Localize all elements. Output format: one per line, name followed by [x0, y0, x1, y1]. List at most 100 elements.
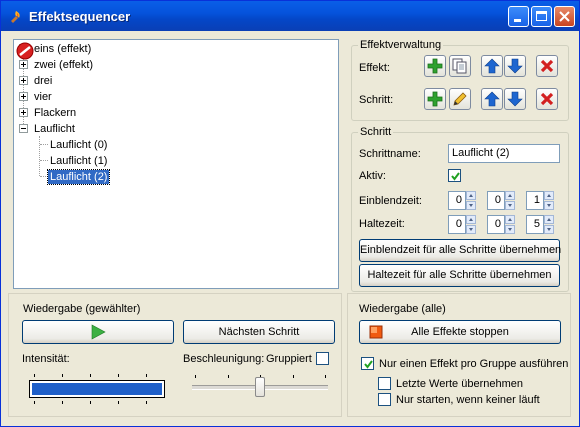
spinner-value[interactable]: 5 [526, 215, 544, 234]
spinner-value[interactable]: 0 [487, 215, 505, 234]
tree-line [40, 176, 48, 177]
stop-all-button[interactable]: Alle Effekte stoppen [359, 320, 561, 344]
spin-up-arrow[interactable] [544, 191, 554, 200]
einblend-spinner-3[interactable]: 1 [526, 191, 554, 210]
spin-up-arrow[interactable] [466, 191, 476, 200]
next-step-button[interactable]: Nächsten Schritt [183, 320, 335, 344]
close-icon [559, 11, 570, 22]
slider-tick [146, 401, 147, 404]
tree-expander[interactable] [19, 60, 28, 69]
schritt-label: Schritt: [359, 94, 394, 106]
slider-tick [90, 374, 91, 377]
move-effect-up-button[interactable] [481, 55, 503, 77]
einblendzeit-all-button[interactable]: Einblendzeit für alle Schritte übernehme… [359, 239, 561, 262]
wiedergabe-alle-panel: Wiedergabe (alle) Alle Effekte stoppen N… [347, 293, 571, 417]
add-step-button[interactable] [424, 88, 446, 110]
spinner-value[interactable]: 0 [448, 215, 466, 234]
tree-expander[interactable] [19, 92, 28, 101]
einblend-spinner-2[interactable]: 0 [487, 191, 515, 210]
tree-item-lauflicht-1[interactable]: Lauflicht (1) [50, 154, 107, 168]
close-button[interactable] [554, 6, 575, 27]
einblend-spinner-1[interactable]: 0 [448, 191, 476, 210]
only-start-if-idle-label: Nur starten, wenn keiner läuft [396, 394, 540, 406]
only-start-if-idle-checkbox[interactable] [378, 393, 391, 406]
copy-icon [452, 58, 467, 74]
maximize-button[interactable] [531, 6, 552, 27]
wiedergabe-panel: Wiedergabe (gewählter) Nächsten Schritt … [8, 293, 342, 417]
take-last-values-label: Letzte Werte übernehmen [396, 378, 523, 390]
tree-collapser[interactable] [19, 124, 28, 133]
delete-step-button[interactable] [536, 88, 558, 110]
slider-tick [62, 401, 63, 404]
halte-spinner-2[interactable]: 0 [487, 215, 515, 234]
tree-expander[interactable] [19, 108, 28, 117]
spinner-value[interactable]: 1 [526, 191, 544, 210]
spin-down-arrow[interactable] [466, 201, 476, 210]
tree-item-eins[interactable]: eins (effekt) [34, 42, 91, 56]
schritt-group: Schritt Schrittname: Lauflicht (2) Aktiv… [351, 126, 569, 292]
spin-up-arrow[interactable] [505, 191, 515, 200]
play-button[interactable] [22, 320, 174, 344]
plus-icon [427, 58, 443, 74]
move-step-down-button[interactable] [504, 88, 526, 110]
maximize-icon [536, 11, 547, 21]
move-effect-down-button[interactable] [504, 55, 526, 77]
spinner-value[interactable]: 0 [448, 191, 466, 210]
tree-item-lauflicht-0[interactable]: Lauflicht (0) [50, 138, 107, 152]
schrittname-label: Schrittname: [359, 148, 421, 160]
arrow-up-icon [484, 58, 500, 74]
title-bar[interactable]: Effektsequencer [1, 1, 579, 31]
spin-down-arrow[interactable] [505, 201, 515, 210]
wiedergabe-legend: Wiedergabe (gewählter) [21, 303, 143, 316]
einblendzeit-label: Einblendzeit: [359, 195, 422, 207]
grouped-label: Gruppiert [266, 353, 312, 365]
grouped-checkbox[interactable] [316, 352, 329, 365]
spin-up-arrow[interactable] [505, 215, 515, 224]
spin-down-arrow[interactable] [466, 225, 476, 234]
delete-x-icon [540, 92, 554, 106]
checkmark-icon [451, 172, 460, 181]
spin-down-arrow[interactable] [544, 225, 554, 234]
minimize-button[interactable] [508, 6, 529, 27]
tree-item-vier[interactable]: vier [34, 90, 52, 104]
arrow-down-icon [507, 58, 523, 74]
tree-line [40, 160, 48, 161]
intensity-fill [32, 383, 162, 395]
schrittname-input[interactable]: Lauflicht (2) [448, 144, 560, 163]
spin-down-arrow[interactable] [544, 201, 554, 210]
move-step-up-button[interactable] [481, 88, 503, 110]
slider-tick [90, 401, 91, 404]
one-effect-per-group-label: Nur einen Effekt pro Gruppe ausführen [379, 358, 569, 370]
tree-item-lauflicht[interactable]: Lauflicht [34, 122, 75, 136]
halte-spinner-1[interactable]: 0 [448, 215, 476, 234]
aktiv-checkbox[interactable] [448, 169, 461, 182]
spin-up-arrow[interactable] [466, 215, 476, 224]
haltezeit-label: Haltezeit: [359, 218, 405, 230]
checkmark-icon [364, 360, 373, 369]
tree-item-drei[interactable]: drei [34, 74, 52, 88]
tree-expander[interactable] [19, 76, 28, 85]
add-effect-button[interactable] [424, 55, 446, 77]
accel-slider-thumb[interactable] [255, 377, 265, 397]
haltezeit-all-button[interactable]: Haltezeit für alle Schritte übernehmen [359, 264, 560, 287]
play-icon [91, 324, 106, 340]
tree-item-lauflicht-2[interactable]: Lauflicht (2) [46, 169, 111, 185]
app-window: Effektsequencer eins (effekt) zwei (effe… [0, 0, 580, 427]
spin-down-arrow[interactable] [505, 225, 515, 234]
spin-up-arrow[interactable] [544, 215, 554, 224]
slider-tick [293, 375, 294, 378]
plus-icon [427, 91, 443, 107]
take-last-values-checkbox[interactable] [378, 377, 391, 390]
delete-effect-button[interactable] [536, 55, 558, 77]
aktiv-label: Aktiv: [359, 170, 386, 182]
tree-item-zwei[interactable]: zwei (effekt) [34, 58, 93, 72]
edit-step-button[interactable] [449, 88, 471, 110]
one-effect-per-group-checkbox[interactable] [361, 357, 374, 370]
intensity-label: Intensität: [22, 353, 70, 365]
spinner-value[interactable]: 0 [487, 191, 505, 210]
intensity-slider[interactable] [29, 380, 165, 398]
copy-effect-button[interactable] [449, 55, 471, 77]
halte-spinner-3[interactable]: 5 [526, 215, 554, 234]
effect-tree[interactable]: eins (effekt) zwei (effekt) drei vier Fl… [13, 39, 339, 289]
tree-item-flackern[interactable]: Flackern [34, 106, 76, 120]
